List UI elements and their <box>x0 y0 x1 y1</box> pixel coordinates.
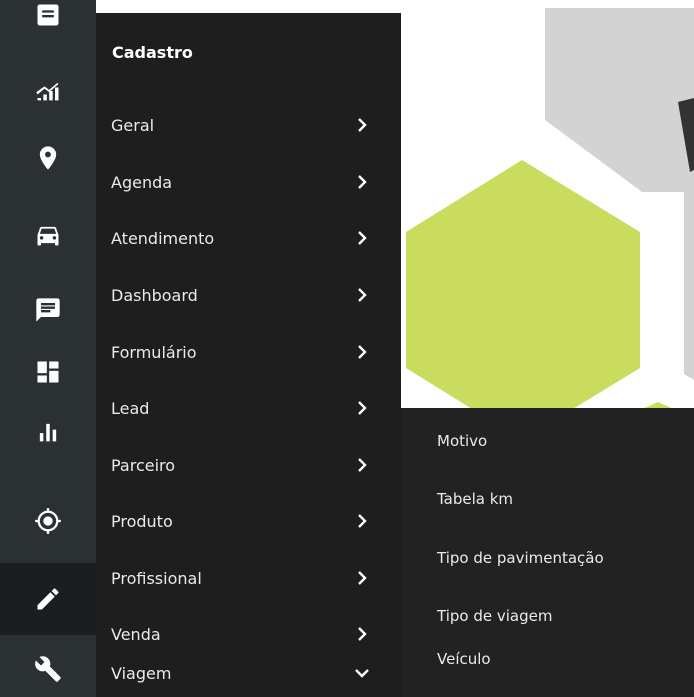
rail-item-reports[interactable] <box>0 63 96 119</box>
menu-item-produto[interactable]: Produto <box>96 502 401 542</box>
menu-item-agenda[interactable]: Agenda <box>96 163 401 203</box>
rail-item-settings[interactable] <box>0 641 96 697</box>
menu-item-profissional[interactable]: Profissional <box>96 559 401 599</box>
chevron-right-icon <box>352 285 372 305</box>
gray-hexagon <box>545 8 694 192</box>
target-icon <box>35 508 61 534</box>
signal-icon <box>36 82 59 101</box>
menu-item-viagem[interactable]: Viagem <box>96 654 401 694</box>
icon-rail <box>0 0 96 697</box>
menu-item-label: Viagem <box>111 664 172 683</box>
chevron-right-icon <box>352 228 372 248</box>
green-hexagon <box>406 160 640 440</box>
viagem-flyout: Motivo Tabela km Tipo de pavimentação Tipo … <box>401 408 694 697</box>
flyout-item-label: Tipo de pavimentação <box>437 549 604 567</box>
rail-item-cadastro[interactable] <box>0 563 96 635</box>
chevron-right-icon <box>352 624 372 644</box>
rail-item-location[interactable] <box>0 130 96 186</box>
menu-item-lead[interactable]: Lead <box>96 389 401 429</box>
dashboard-icon <box>37 361 59 383</box>
flyout-item[interactable]: Motivo <box>401 422 694 462</box>
rail-item-statistics[interactable] <box>0 404 96 460</box>
flyout-item[interactable]: Tabela km <box>401 480 694 520</box>
flyout-item-label: Tabela km <box>437 490 514 508</box>
rail-item-messages[interactable] <box>0 282 96 338</box>
menu-item-label: Agenda <box>111 173 173 192</box>
menu-item-label: Parceiro <box>111 456 176 475</box>
pencil-icon <box>37 588 59 610</box>
menu-item-atendimento[interactable]: Atendimento <box>96 219 401 259</box>
menu-item-label: Formulário <box>111 343 197 362</box>
menu-item-label: Venda <box>111 625 161 644</box>
chat-icon <box>36 298 60 322</box>
menu-item-label: Produto <box>111 512 173 531</box>
rail-item-tracking[interactable] <box>0 493 96 549</box>
flyout-item-label: Motivo <box>437 432 488 450</box>
flyout-item[interactable]: Tipo de pavimentação <box>401 539 694 579</box>
rail-item-dashboard[interactable] <box>0 344 96 400</box>
car-icon <box>37 226 59 246</box>
cadastro-menu: Cadastro Geral Agenda Atendimento Dashboard… <box>96 13 401 697</box>
menu-item-label: Atendimento <box>111 229 215 248</box>
menu-item-venda[interactable]: Venda <box>96 615 401 655</box>
menu-item-label: Profissional <box>111 569 202 588</box>
chevron-right-icon <box>352 172 372 192</box>
menu-item-geral[interactable]: Geral <box>96 106 401 146</box>
chevron-down-icon <box>352 663 372 683</box>
rail-item-document[interactable] <box>0 0 96 43</box>
gray-hexagon-small <box>684 186 694 380</box>
wrench-icon <box>35 656 61 682</box>
menu-item-label: Dashboard <box>111 286 198 305</box>
map-pin-icon <box>39 146 57 170</box>
chevron-right-icon <box>352 568 372 588</box>
menu-item-label: Lead <box>111 399 150 418</box>
menu-item-dashboard[interactable]: Dashboard <box>96 276 401 316</box>
document-icon <box>37 4 59 26</box>
flyout-item-label: Veículo <box>437 650 491 668</box>
flyout-item[interactable]: Tipo de viagem <box>401 597 694 637</box>
chevron-right-icon <box>352 511 372 531</box>
chevron-right-icon <box>352 398 372 418</box>
rail-item-vehicles[interactable] <box>0 207 96 263</box>
chevron-right-icon <box>352 115 372 135</box>
chevron-right-icon <box>352 455 372 475</box>
menu-item-parceiro[interactable]: Parceiro <box>96 446 401 486</box>
menu-item-label: Geral <box>111 116 155 135</box>
chevron-right-icon <box>352 342 372 362</box>
flyout-item[interactable]: Veículo <box>401 640 694 680</box>
menu-title: Cadastro <box>112 43 193 62</box>
flyout-item-label: Tipo de viagem <box>437 607 553 625</box>
bar-chart-icon <box>39 423 57 442</box>
menu-item-formulario[interactable]: Formulário <box>96 333 401 373</box>
